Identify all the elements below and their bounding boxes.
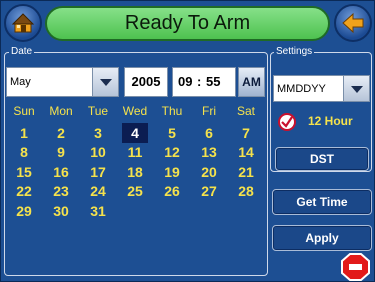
date-format-value: MMDDYY	[277, 83, 326, 95]
screen: Ready To Arm Date May 2005 09 : 55 AM Su…	[0, 0, 375, 282]
apply-button[interactable]: Apply	[272, 225, 372, 251]
calendar-day[interactable]: 9	[43, 142, 79, 162]
weekday-label: Fri	[202, 104, 216, 118]
calendar-day[interactable]: 7	[228, 123, 264, 143]
calendar-day[interactable]: 28	[228, 181, 264, 201]
calendar-day[interactable]: 22	[6, 181, 42, 201]
home-icon	[11, 13, 35, 33]
weekday-label: Sat	[236, 104, 255, 118]
calendar-day[interactable]: 2	[43, 123, 79, 143]
calendar-day[interactable]: 18	[117, 162, 153, 182]
get-time-button[interactable]: Get Time	[272, 189, 372, 215]
calendar-day[interactable]: 8	[6, 142, 42, 162]
dst-button[interactable]: DST	[275, 147, 369, 171]
date-group-label: Date	[9, 46, 35, 58]
calendar-day[interactable]: 14	[228, 142, 264, 162]
calendar-week-row: 15 16 17 18 19 20 21	[6, 162, 266, 182]
weekday-label: Wed	[122, 104, 148, 118]
calendar-day[interactable]: 1	[6, 123, 42, 143]
chevron-down-icon	[100, 79, 112, 86]
calendar-day[interactable]: 20	[191, 162, 227, 182]
page-title: Ready To Arm	[124, 12, 251, 34]
weekday-label: Tue	[87, 104, 109, 118]
time-field[interactable]: 09 : 55	[172, 67, 236, 97]
time-separator: :	[197, 74, 202, 89]
calendar-week-row: 22 23 24 25 26 27 28	[6, 181, 266, 201]
chevron-down-icon	[351, 86, 363, 93]
time-hour[interactable]: 09	[178, 68, 192, 96]
calendar-day[interactable]: 30	[43, 201, 79, 221]
calendar-day[interactable]: 21	[228, 162, 264, 182]
calendar-day[interactable]: 26	[154, 181, 190, 201]
month-dropdown-button[interactable]	[92, 68, 118, 96]
calendar-day[interactable]: 31	[80, 201, 116, 221]
hour12-label: 12 Hour	[308, 114, 353, 128]
back-arrow-icon	[342, 12, 364, 34]
calendar-day[interactable]: 5	[154, 123, 190, 143]
calendar-day[interactable]: 15	[6, 162, 42, 182]
calendar-week-row: 8 9 10 11 12 13 14	[6, 142, 266, 162]
calendar-day[interactable]: 25	[117, 181, 153, 201]
ampm-toggle[interactable]: AM	[238, 67, 265, 97]
home-button[interactable]	[4, 4, 42, 42]
calendar-day[interactable]: 10	[80, 142, 116, 162]
weekday-label: Thu	[161, 104, 183, 118]
calendar-day[interactable]: 17	[80, 162, 116, 182]
title-bar: Ready To Arm	[45, 6, 330, 41]
time-minute[interactable]: 55	[206, 68, 220, 96]
stop-sign-icon	[341, 253, 370, 281]
stop-button[interactable]	[339, 253, 372, 281]
weekday-label: Sun	[13, 104, 35, 118]
hour12-checkbox[interactable]	[277, 112, 297, 132]
calendar-day[interactable]: 3	[80, 123, 116, 143]
calendar-day[interactable]: 12	[154, 142, 190, 162]
date-format-select[interactable]: MMDDYY	[273, 75, 370, 102]
calendar-day[interactable]: 27	[191, 181, 227, 201]
year-field[interactable]: 2005	[124, 67, 168, 97]
date-format-dropdown-button[interactable]	[343, 76, 369, 101]
calendar-day[interactable]: 19	[154, 162, 190, 182]
calendar-day[interactable]: 16	[43, 162, 79, 182]
calendar-day[interactable]: 23	[43, 181, 79, 201]
settings-group-label: Settings	[274, 46, 315, 58]
calendar-day[interactable]: 6	[191, 123, 227, 143]
checkmark-icon	[278, 113, 296, 131]
month-value: May	[10, 76, 31, 88]
calendar-day[interactable]: 29	[6, 201, 42, 221]
month-select[interactable]: May	[6, 67, 119, 97]
back-button[interactable]	[334, 4, 372, 42]
calendar-week-row: 29 30 31	[6, 201, 266, 221]
calendar-day[interactable]: 11	[117, 142, 153, 162]
calendar-day[interactable]: 13	[191, 142, 227, 162]
calendar-week-row: 1234567	[6, 122, 266, 143]
calendar-day-selected[interactable]: 4	[122, 122, 148, 143]
calendar-weekday-row: Sun Mon Tue Wed Thu Fri Sat	[6, 101, 266, 121]
calendar-day[interactable]: 24	[80, 181, 116, 201]
weekday-label: Mon	[49, 104, 73, 118]
